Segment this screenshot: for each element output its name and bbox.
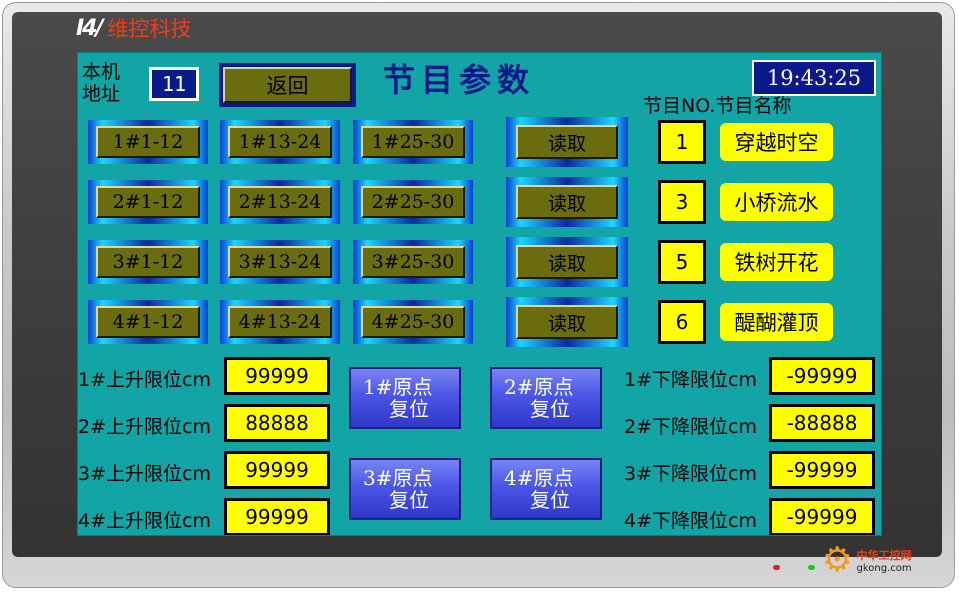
read-button-4[interactable]: 读取 (516, 305, 618, 339)
origin-reset-1-line1: 1#原点 (363, 375, 433, 399)
section-1-button-2-frame: 1#13-24 (220, 120, 340, 164)
upper-limit-3-value[interactable]: 99999 (227, 454, 327, 486)
read-button-2[interactable]: 读取 (516, 185, 618, 219)
section-2-button-2[interactable]: 2#13-24 (228, 186, 332, 218)
section-3-button-1-frame: 3#1-12 (88, 240, 208, 284)
origin-reset-3-button[interactable]: 3#原点 复位 (349, 458, 461, 520)
upper-limit-1-label: 1#上升限位cm (78, 369, 211, 391)
program-no-4: 6 (658, 300, 706, 344)
section-3-button-3-frame: 3#25-30 (353, 240, 473, 284)
upper-limit-4-value[interactable]: 99999 (227, 501, 327, 533)
lower-limit-2-box: -88888 (769, 404, 875, 442)
section-2-button-1[interactable]: 2#1-12 (96, 186, 200, 218)
section-2-button-3[interactable]: 2#25-30 (361, 186, 465, 218)
back-button-frame: 返回 (219, 63, 356, 107)
section-2-button-2-frame: 2#13-24 (220, 180, 340, 224)
brand-logo: I4/ (76, 15, 103, 41)
program-no-1: 1 (658, 120, 706, 164)
hmi-screen: 本机 地址 11 返回 节目参数 19:43:25 节目NO.节目名称 1#1-… (77, 52, 882, 536)
read-button-1-frame: 读取 (506, 117, 628, 167)
origin-reset-2-button[interactable]: 2#原点 复位 (490, 367, 602, 429)
program-no-3-value[interactable]: 5 (661, 243, 703, 281)
brand-name: 维控科技 (107, 17, 192, 41)
brand: I4/ 维控科技 (76, 15, 192, 42)
section-3-button-3[interactable]: 3#25-30 (361, 246, 465, 278)
lower-limit-1-value[interactable]: -99999 (772, 360, 872, 392)
section-4-button-1[interactable]: 4#1-12 (96, 306, 200, 338)
lower-limit-4-box: -99999 (769, 498, 875, 535)
upper-limit-3-box: 99999 (224, 451, 330, 489)
read-button-3[interactable]: 读取 (516, 245, 618, 279)
origin-reset-4-button[interactable]: 4#原点 复位 (490, 458, 602, 520)
program-name-1[interactable]: 穿越时空 (720, 123, 833, 161)
origin-reset-3-line2: 复位 (389, 488, 429, 512)
watermark: ⚙ 中华工控网 gkong.com (822, 537, 952, 583)
lower-limit-3-value[interactable]: -99999 (772, 454, 872, 486)
program-header: 节目NO.节目名称 (643, 95, 792, 117)
program-no-2: 3 (658, 180, 706, 224)
watermark-cn: 中华工控网 (856, 548, 912, 562)
origin-reset-3-line1: 3#原点 (363, 466, 433, 490)
section-4-button-1-frame: 4#1-12 (88, 300, 208, 344)
section-1-button-2[interactable]: 1#13-24 (228, 126, 332, 158)
read-button-3-frame: 读取 (506, 237, 628, 287)
lower-limit-1-box: -99999 (769, 357, 875, 395)
watermark-en: gkong.com (856, 562, 912, 574)
section-4-button-2[interactable]: 4#13-24 (228, 306, 332, 338)
upper-limit-1-value[interactable]: 99999 (227, 360, 327, 392)
read-button-2-frame: 读取 (506, 177, 628, 227)
section-2-button-1-frame: 2#1-12 (88, 180, 208, 224)
page-title: 节目参数 (383, 61, 536, 99)
upper-limit-4-label: 4#上升限位cm (78, 510, 211, 532)
origin-reset-2-line2: 复位 (530, 397, 570, 421)
section-1-button-1[interactable]: 1#1-12 (96, 126, 200, 158)
section-1-button-1-frame: 1#1-12 (88, 120, 208, 164)
status-led-green (808, 565, 815, 570)
lower-limit-1-label: 1#下降限位cm (624, 369, 757, 391)
section-3-button-1[interactable]: 3#1-12 (96, 246, 200, 278)
section-1-button-3[interactable]: 1#25-30 (361, 126, 465, 158)
lower-limit-4-value[interactable]: -99999 (772, 501, 872, 533)
upper-limit-2-box: 88888 (224, 404, 330, 442)
program-name-3[interactable]: 铁树开花 (720, 243, 833, 281)
section-4-button-3-frame: 4#25-30 (353, 300, 473, 344)
origin-reset-4-line1: 4#原点 (504, 466, 574, 490)
status-led-red (773, 565, 780, 570)
address-label: 本机 地址 (82, 61, 121, 105)
section-4-button-2-frame: 4#13-24 (220, 300, 340, 344)
read-button-4-frame: 读取 (506, 297, 628, 347)
section-3-button-2-frame: 3#13-24 (220, 240, 340, 284)
upper-limit-2-value[interactable]: 88888 (227, 407, 327, 439)
section-3-button-2[interactable]: 3#13-24 (228, 246, 332, 278)
lower-limit-2-label: 2#下降限位cm (624, 416, 757, 438)
program-no-3: 5 (658, 240, 706, 284)
program-no-4-value[interactable]: 6 (661, 303, 703, 341)
lower-limit-3-box: -99999 (769, 451, 875, 489)
back-button[interactable]: 返回 (223, 67, 352, 103)
program-no-2-value[interactable]: 3 (661, 183, 703, 221)
program-no-1-value[interactable]: 1 (661, 123, 703, 161)
section-1-button-3-frame: 1#25-30 (353, 120, 473, 164)
origin-reset-1-button[interactable]: 1#原点 复位 (349, 367, 461, 429)
section-2-button-3-frame: 2#25-30 (353, 180, 473, 224)
origin-reset-4-line2: 复位 (530, 488, 570, 512)
read-button-1[interactable]: 读取 (516, 125, 618, 159)
address-value[interactable]: 11 (149, 67, 199, 101)
upper-limit-2-label: 2#上升限位cm (78, 416, 211, 438)
gear-logo-icon: ⚙ (822, 540, 853, 580)
program-name-4[interactable]: 醍醐灌顶 (720, 303, 833, 341)
upper-limit-3-label: 3#上升限位cm (78, 463, 211, 485)
lower-limit-4-label: 4#下降限位cm (624, 510, 757, 532)
origin-reset-2-line1: 2#原点 (504, 375, 574, 399)
upper-limit-4-box: 99999 (224, 498, 330, 535)
section-4-button-3[interactable]: 4#25-30 (361, 306, 465, 338)
lower-limit-3-label: 3#下降限位cm (624, 463, 757, 485)
origin-reset-1-line2: 复位 (389, 397, 429, 421)
program-name-2[interactable]: 小桥流水 (720, 183, 833, 221)
lower-limit-2-value[interactable]: -88888 (772, 407, 872, 439)
upper-limit-1-box: 99999 (224, 357, 330, 395)
